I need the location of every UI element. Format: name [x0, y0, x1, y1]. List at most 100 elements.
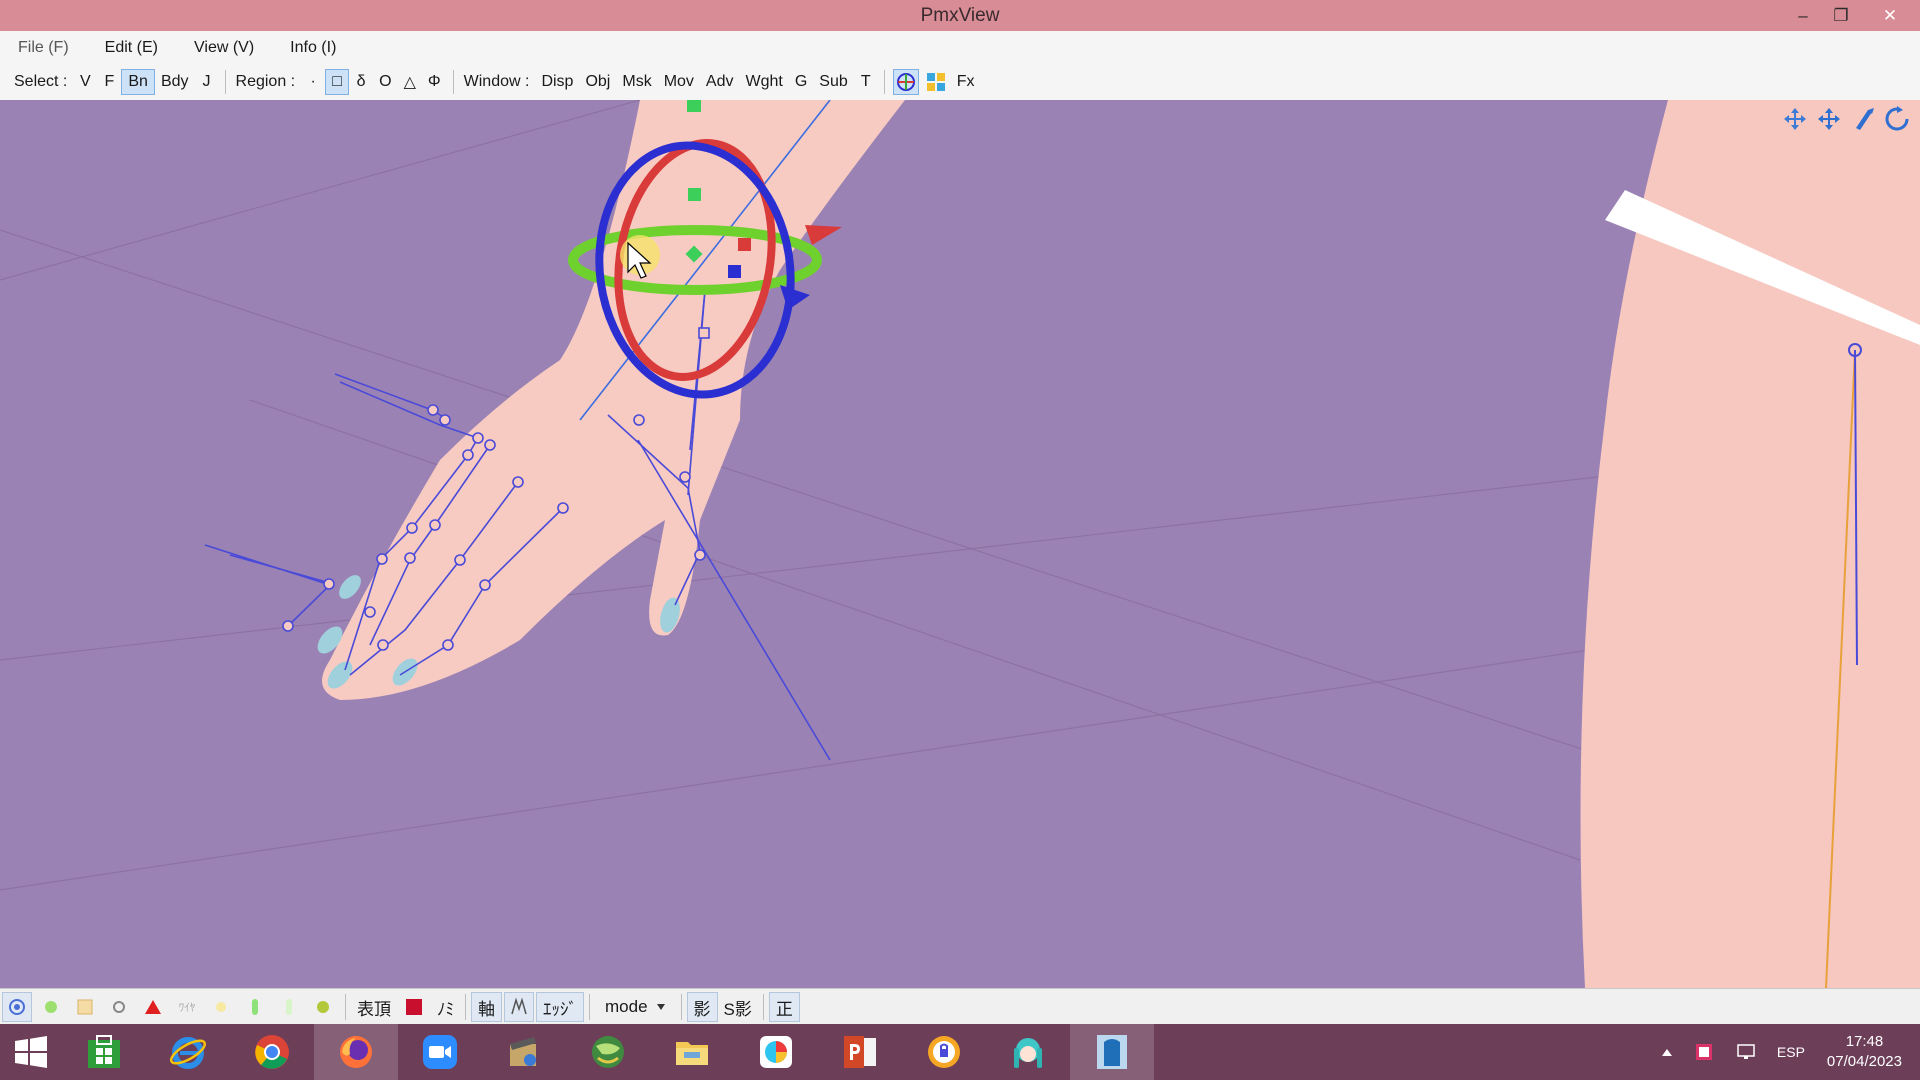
window-title: PmxView: [920, 4, 1000, 26]
window-disp-button[interactable]: Disp: [535, 69, 579, 95]
wire-icon[interactable]: ﾜｲﾔ: [172, 992, 202, 1022]
select-vertex-button[interactable]: V: [73, 69, 97, 95]
title-bar: PmxView – ❐ ✕: [0, 0, 1920, 31]
tray-app-icon[interactable]: [1683, 1041, 1725, 1063]
front-view-button[interactable]: 正: [768, 992, 800, 1022]
select-bone-button[interactable]: Bn: [121, 69, 155, 95]
3d-viewport[interactable]: [0, 100, 1920, 988]
window-label: Window :: [463, 73, 530, 90]
toolbar-separator: [345, 994, 346, 1020]
zoom-icon[interactable]: [398, 1024, 482, 1080]
internet-explorer-icon[interactable]: [146, 1024, 230, 1080]
pan-icon[interactable]: [1780, 104, 1810, 134]
globe-app-icon[interactable]: [566, 1024, 650, 1080]
paint-app-icon[interactable]: [734, 1024, 818, 1080]
mode-dropdown[interactable]: mode: [595, 993, 676, 1021]
window-sub-button[interactable]: Sub: [813, 69, 853, 95]
chevron-up-icon[interactable]: [1651, 1047, 1683, 1057]
store-app-icon[interactable]: [62, 1024, 146, 1080]
bottom-toolbar: ﾜｲﾔ 表頂 ﾉﾐ 軸 ｴｯｼﾞ mode 影 S影 正: [0, 988, 1920, 1025]
minimize-button[interactable]: –: [1784, 0, 1822, 31]
window-mov-button[interactable]: Mov: [658, 69, 700, 95]
leg-shape: [1580, 100, 1920, 988]
menu-bar: File (F) Edit (E) View (V) Info (I): [0, 31, 1920, 64]
select-face-button[interactable]: F: [97, 69, 121, 95]
menu-edit[interactable]: Edit (E): [87, 39, 176, 57]
figure-icon[interactable]: [240, 992, 270, 1022]
clock[interactable]: 17:48 07/04/2023: [1815, 1032, 1920, 1072]
red-triangle-icon[interactable]: [138, 992, 168, 1022]
select-label: Select :: [14, 73, 68, 90]
window-adv-button[interactable]: Adv: [700, 69, 740, 95]
region-label: Region :: [235, 73, 296, 90]
window-controls: – ❐ ✕: [1784, 0, 1920, 31]
powerpoint-icon[interactable]: [818, 1024, 902, 1080]
region-lasso-button[interactable]: δ: [349, 69, 373, 95]
menu-info[interactable]: Info (I): [272, 39, 354, 57]
clock-time: 17:48: [1845, 1033, 1884, 1050]
toolbar-separator: [452, 70, 454, 94]
region-rect-button[interactable]: □: [325, 69, 350, 95]
physics-icon[interactable]: [308, 992, 338, 1022]
window-g-button[interactable]: G: [789, 69, 813, 95]
language-indicator[interactable]: ESP: [1767, 1044, 1815, 1060]
main-toolbar: Select : V F Bn Bdy J Region : · □ δ O △…: [0, 64, 1920, 101]
miku-app-icon[interactable]: [986, 1024, 1070, 1080]
mode-label: mode: [605, 997, 648, 1016]
windows-logo-icon: [15, 1036, 47, 1068]
movie-maker-icon[interactable]: [482, 1024, 566, 1080]
vpn-app-icon[interactable]: [902, 1024, 986, 1080]
toolbar-separator: [224, 70, 226, 94]
toolbar-separator: [883, 70, 885, 94]
circle-icon[interactable]: [104, 992, 134, 1022]
menu-view[interactable]: View (V): [176, 39, 272, 57]
select-joint-button[interactable]: J: [195, 69, 219, 95]
chrome-icon[interactable]: [230, 1024, 314, 1080]
window-obj-button[interactable]: Obj: [579, 69, 616, 95]
file-explorer-icon[interactable]: [650, 1024, 734, 1080]
star-burst-icon[interactable]: [36, 992, 66, 1022]
shadow-button[interactable]: 影: [686, 992, 718, 1022]
scene-canvas[interactable]: [0, 100, 1920, 988]
chevron-down-icon: [656, 1004, 665, 1010]
start-button[interactable]: [0, 1024, 62, 1080]
menu-file[interactable]: File (F): [0, 39, 87, 57]
firefox-icon[interactable]: [314, 1024, 398, 1080]
toolbar-separator: [589, 994, 590, 1020]
grid-toggle-icon[interactable]: [923, 69, 949, 95]
sun-icon[interactable]: [206, 992, 236, 1022]
mesh-icon[interactable]: [70, 992, 100, 1022]
taskbar: ESP 17:48 07/04/2023: [0, 1024, 1920, 1080]
fx-button[interactable]: Fx: [951, 69, 981, 95]
region-phi-button[interactable]: Φ: [422, 69, 447, 95]
pmx-editor-icon[interactable]: [1070, 1024, 1154, 1080]
region-circle-button[interactable]: O: [373, 69, 397, 95]
region-point-button[interactable]: ·: [301, 69, 325, 95]
zoom-icon[interactable]: [1848, 104, 1878, 134]
window-msk-button[interactable]: Msk: [616, 69, 657, 95]
window-t-button[interactable]: T: [854, 69, 878, 95]
color-square-icon[interactable]: [399, 992, 429, 1022]
self-shadow-button[interactable]: S影: [718, 993, 758, 1021]
system-tray: ESP 17:48 07/04/2023: [1651, 1024, 1920, 1080]
axis-button[interactable]: 軸: [471, 992, 502, 1022]
clock-date: 07/04/2023: [1826, 1053, 1902, 1070]
wireframe-icon[interactable]: [504, 992, 534, 1022]
restore-button[interactable]: ❐: [1822, 0, 1860, 31]
toolbar-separator: [465, 994, 466, 1020]
edge-button[interactable]: ｴｯｼﾞ: [536, 992, 584, 1022]
window-wght-button[interactable]: Wght: [740, 69, 789, 95]
gizmo-toggle-icon[interactable]: [892, 69, 919, 95]
figure-light-icon[interactable]: [274, 992, 304, 1022]
normal-button[interactable]: ﾉﾐ: [431, 993, 460, 1021]
select-body-button[interactable]: Bdy: [155, 69, 195, 95]
surface-vertex-button[interactable]: 表頂: [351, 993, 397, 1021]
toolbar-separator: [762, 994, 764, 1020]
network-icon[interactable]: [1725, 1041, 1767, 1063]
rotate-view-icon[interactable]: [1882, 104, 1912, 134]
target-icon[interactable]: [2, 992, 32, 1022]
toolbar-separator: [680, 994, 682, 1020]
close-button[interactable]: ✕: [1860, 0, 1920, 31]
move-icon[interactable]: [1814, 104, 1844, 134]
region-triangle-button[interactable]: △: [398, 69, 422, 95]
